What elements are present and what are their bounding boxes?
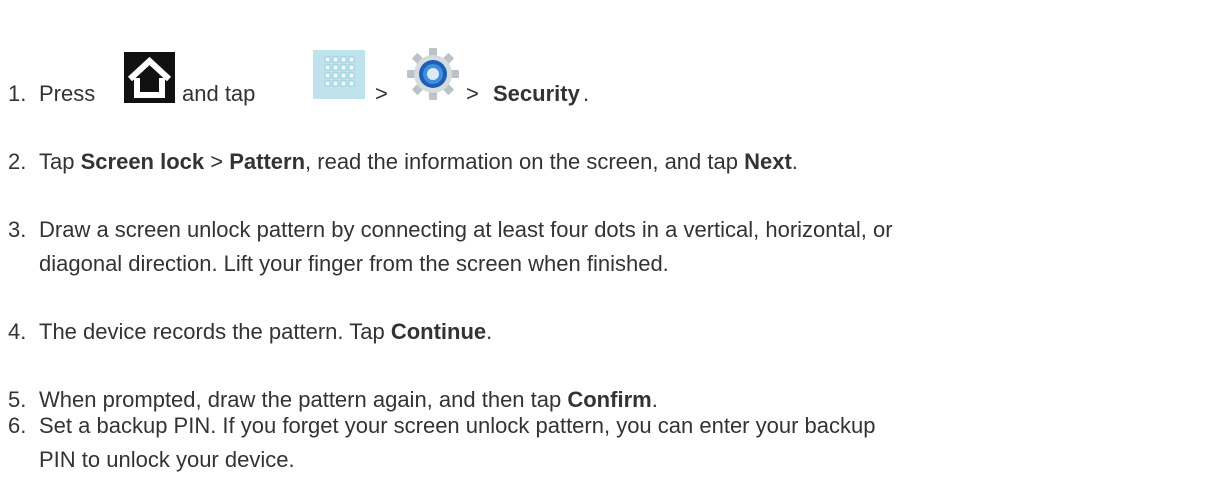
menu-path-security: Security	[493, 81, 580, 106]
step-text-part: Tap	[39, 149, 75, 174]
step-text-part: When prompted, draw the pattern again, a…	[39, 387, 562, 412]
button-name-confirm: Confirm	[567, 387, 652, 412]
step-text-line-1: Draw a screen unlock pattern by connecti…	[39, 217, 893, 242]
step-number: 3.	[8, 217, 27, 242]
step-text: The device records the pattern. Tap Cont…	[39, 317, 1199, 347]
punctuation: .	[651, 387, 658, 412]
separator: >	[466, 81, 479, 106]
step-text-line-2: PIN to unlock your device.	[39, 447, 295, 472]
step-number: 1.	[8, 81, 27, 106]
button-name-continue: Continue	[390, 319, 487, 344]
step-number: 6.	[8, 413, 27, 438]
punctuation: .	[486, 319, 493, 344]
step-text-and-tap: and tap	[182, 81, 256, 106]
button-name-next: Next	[744, 149, 792, 174]
apps-grid-icon	[313, 50, 365, 99]
home-icon	[124, 52, 175, 103]
step-number: 2.	[8, 149, 27, 174]
step-text-part: , read the information on the screen, an…	[305, 149, 738, 174]
step-number: 4.	[8, 319, 27, 344]
step-text-press: Press	[39, 81, 96, 106]
step-text-part: The device records the pattern. Tap	[39, 319, 385, 344]
menu-path-pattern: Pattern	[229, 149, 306, 174]
menu-path-screen-lock: Screen lock	[80, 149, 205, 174]
step-text-line-1: Set a backup PIN. If you forget your scr…	[39, 413, 876, 438]
settings-gear-icon	[405, 46, 461, 102]
step-text-line-2: diagonal direction. Lift your finger fro…	[39, 251, 669, 276]
separator: >	[375, 81, 388, 106]
step-6-line-2-wrap: PIN to unlock your device.	[39, 445, 1199, 475]
step-text: Tap Screen lock > Pattern, read the info…	[39, 147, 1199, 177]
punctuation: .	[583, 81, 590, 106]
punctuation: .	[791, 149, 798, 174]
separator: >	[210, 149, 224, 174]
